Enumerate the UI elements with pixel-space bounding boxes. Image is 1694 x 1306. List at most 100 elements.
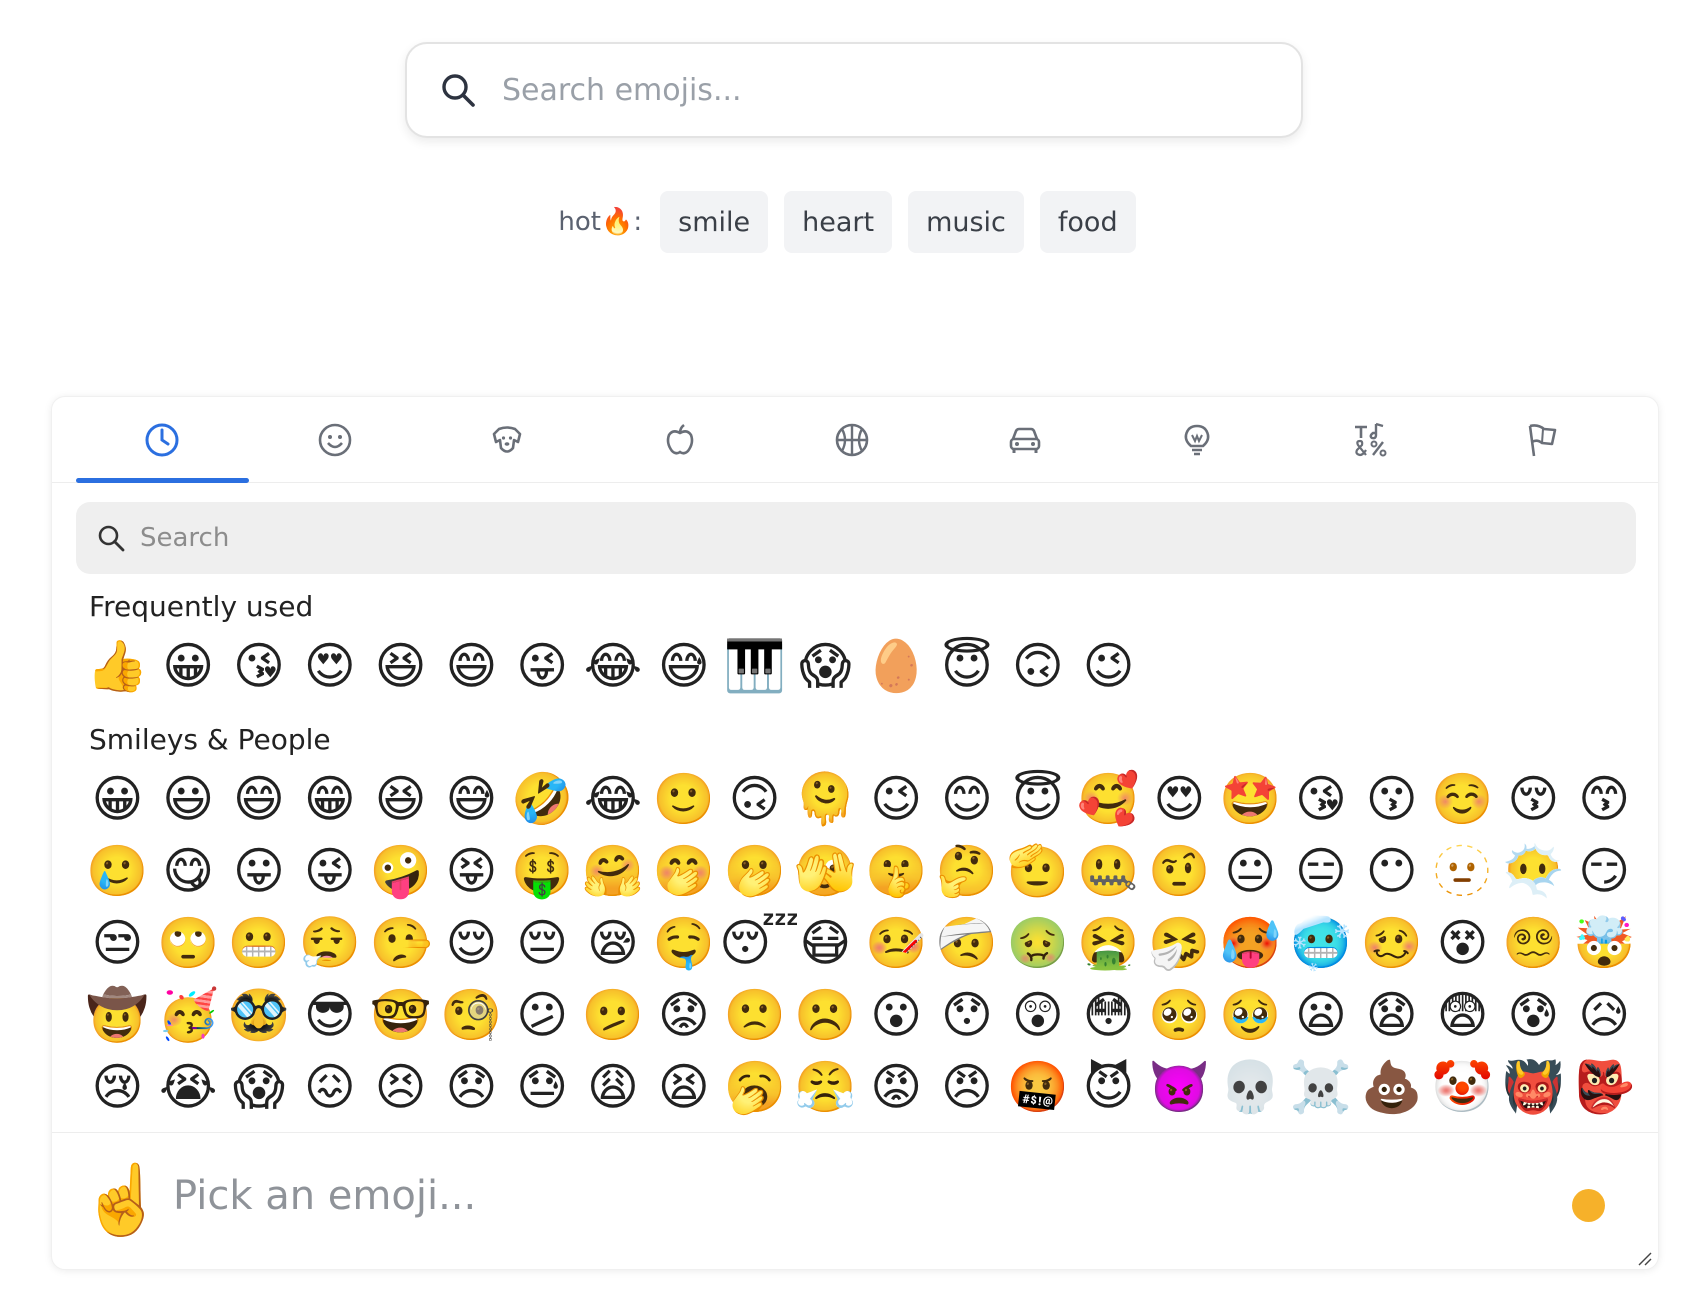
emoji-button[interactable]: 🫤 [578,979,649,1051]
emoji-button[interactable]: 🧐 [436,979,507,1051]
emoji-button[interactable]: 🤠 [82,979,153,1051]
emoji-button[interactable]: 👺 [1569,1051,1640,1123]
emoji-button[interactable]: 🫢 [719,835,790,907]
emoji-button[interactable]: 😙 [1569,763,1640,835]
emoji-button[interactable]: 😆 [365,763,436,835]
emoji-button[interactable]: ☺️ [1427,763,1498,835]
emoji-button[interactable]: 🤪 [365,835,436,907]
emoji-button[interactable]: 🫠 [790,763,861,835]
emoji-button[interactable]: 😅 [648,630,719,702]
emoji-button[interactable]: 🤢 [1002,907,1073,979]
emoji-search-box[interactable] [405,42,1303,138]
emoji-button[interactable]: 😜 [294,835,365,907]
emoji-button[interactable]: 🤬 [1002,1051,1073,1123]
emoji-button[interactable]: 🥹 [1215,979,1286,1051]
emoji-button[interactable]: ☠️ [1286,1051,1357,1123]
emoji-button[interactable]: 👍 [82,630,153,702]
emoji-button[interactable]: 👿 [1144,1051,1215,1123]
emoji-button[interactable]: 😌 [436,907,507,979]
emoji-button[interactable]: 😬 [224,907,295,979]
emoji-button[interactable]: 😅 [436,763,507,835]
emoji-button[interactable]: 😓 [507,1051,578,1123]
tab-travel[interactable] [939,397,1112,482]
emoji-button[interactable]: 😝 [436,835,507,907]
emoji-button[interactable]: 🤥 [365,907,436,979]
emoji-button[interactable]: 😏 [1569,835,1640,907]
tab-objects[interactable] [1111,397,1284,482]
emoji-button[interactable]: 😴 [719,907,799,979]
emoji-button[interactable]: 👹 [1498,1051,1569,1123]
emoji-button[interactable]: 🤔 [932,835,1003,907]
emoji-button[interactable]: 🤤 [648,907,719,979]
emoji-button[interactable]: 😒 [82,907,153,979]
emoji-button[interactable]: 😪 [578,907,649,979]
emoji-button[interactable]: 🤯 [1569,907,1640,979]
emoji-button[interactable]: 🤫 [861,835,932,907]
emoji-button[interactable]: 😧 [1356,979,1427,1051]
emoji-button[interactable]: 🤐 [1073,835,1144,907]
emoji-button[interactable]: 😔 [507,907,578,979]
emoji-button[interactable]: 🤮 [1073,907,1144,979]
emoji-button[interactable]: 😰 [1498,979,1569,1051]
emoji-button[interactable]: 😐 [1215,835,1286,907]
emoji-button[interactable]: 😕 [507,979,578,1051]
emoji-button[interactable]: 😜 [507,630,578,702]
emoji-button[interactable]: 🙁 [719,979,790,1051]
tab-frequently-used[interactable] [76,397,249,483]
emoji-button[interactable]: 😂 [578,630,649,702]
emoji-button[interactable]: 😲 [1002,979,1073,1051]
emoji-button[interactable]: 😮 [861,979,932,1051]
emoji-button[interactable]: 😆 [365,630,436,702]
emoji-button[interactable]: 😍 [294,630,365,702]
emoji-button[interactable]: 🤧 [1144,907,1215,979]
emoji-button[interactable]: 🫥 [1427,835,1498,907]
emoji-button[interactable]: 😳 [1073,979,1144,1051]
emoji-button[interactable]: 😱 [790,630,861,702]
emoji-button[interactable]: 🤣 [507,763,578,835]
emoji-button[interactable]: 😮‍💨 [294,907,365,979]
emoji-button[interactable]: 🥚 [861,630,932,702]
emoji-button[interactable]: 🫡 [1002,835,1073,907]
emoji-button[interactable]: 🥺 [1144,979,1215,1051]
emoji-button[interactable]: 😢 [82,1051,153,1123]
emoji-button[interactable]: 🙃 [719,763,790,835]
emoji-button[interactable]: 😁 [294,763,365,835]
emoji-button[interactable]: 😘 [224,630,295,702]
emoji-button[interactable]: 🤒 [861,907,932,979]
emoji-button[interactable]: 😯 [932,979,1003,1051]
emoji-button[interactable]: 😄 [436,630,507,702]
emoji-button[interactable]: 😎 [294,979,365,1051]
emoji-button[interactable]: 😄 [224,763,295,835]
emoji-button[interactable]: 🥴 [1356,907,1427,979]
emoji-button[interactable]: 🎹 [719,630,790,702]
emoji-button[interactable]: 😗 [1356,763,1427,835]
emoji-button[interactable]: 🤕 [932,907,1003,979]
emoji-button[interactable]: 💀 [1215,1051,1286,1123]
emoji-button[interactable]: 😭 [153,1051,224,1123]
emoji-button[interactable]: 😣 [365,1051,436,1123]
emoji-button[interactable]: 🥵 [1215,907,1286,979]
emoji-button[interactable]: 💩 [1356,1051,1427,1123]
emoji-button[interactable]: 😷 [790,907,861,979]
tab-flags[interactable] [1456,397,1629,482]
emoji-button[interactable]: 😥 [1569,979,1640,1051]
emoji-button[interactable]: 😞 [436,1051,507,1123]
chip-food[interactable]: food [1039,191,1136,253]
emoji-button[interactable]: 😉 [1073,630,1144,702]
emoji-button[interactable]: 😦 [1286,979,1357,1051]
emoji-button[interactable]: 🥱 [719,1051,790,1123]
resize-handle-icon[interactable] [1636,1250,1652,1266]
emoji-button[interactable]: 😱 [224,1051,295,1123]
emoji-button[interactable]: 🤨 [1144,835,1215,907]
emoji-button[interactable]: 🤑 [507,835,578,907]
emoji-button[interactable]: 😶 [1356,835,1427,907]
emoji-search-input[interactable] [500,71,1264,109]
emoji-button[interactable]: 😩 [578,1051,649,1123]
emoji-button[interactable]: 😇 [1002,763,1073,835]
emoji-button[interactable]: 🙄 [153,907,224,979]
emoji-button[interactable]: 🤗 [578,835,649,907]
emoji-button[interactable]: 😍 [1144,763,1215,835]
emoji-button[interactable]: 🤓 [365,979,436,1051]
tab-smileys[interactable] [249,397,422,482]
emoji-button[interactable]: 😉 [861,763,932,835]
